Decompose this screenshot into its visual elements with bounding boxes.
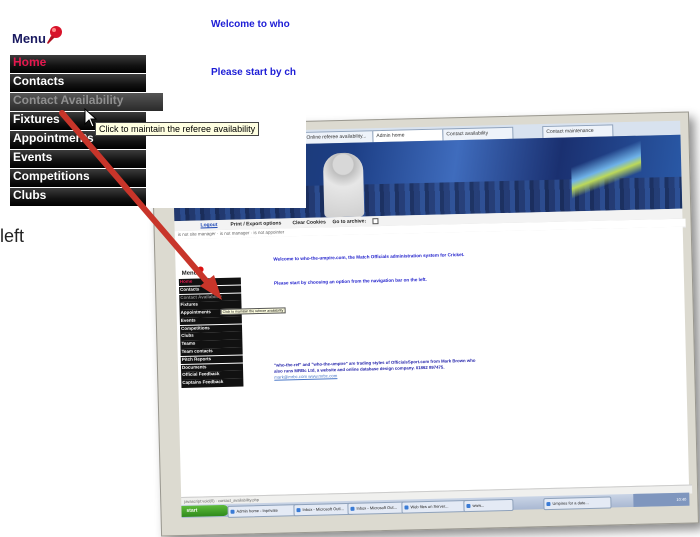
start-instruction: Please start by ch (211, 67, 297, 78)
print-export-link[interactable]: Print / Export options (230, 220, 281, 227)
system-tray-clock: 10:40 (633, 492, 690, 507)
taskbar-item[interactable]: Inbox - Microsoft Outl... (293, 502, 354, 516)
nav-item-competitions[interactable]: Competitions (10, 169, 146, 187)
welcome-text: Welcome to who (211, 19, 290, 30)
nav-item-contacts[interactable]: Contacts (10, 74, 146, 92)
welcome-text: Welcome to who-the-umpire.com, the Match… (273, 252, 465, 262)
menu-label: Menu (181, 270, 198, 277)
archive-checkbox[interactable] (372, 218, 379, 225)
caption-fragment: left (0, 226, 25, 246)
taskbar-item[interactable]: Inbox - Microsoft Out... (347, 500, 408, 515)
archive-toggle[interactable]: Go to archive: (332, 218, 366, 225)
pushpin-icon (47, 26, 62, 44)
clear-cookies-link[interactable]: Clear Cookies (292, 219, 325, 226)
start-button[interactable]: start (181, 504, 229, 518)
taskbar-item[interactable]: Umpires for a date... (543, 496, 612, 510)
taskbar-item[interactable]: Admin home - Inprivate (227, 503, 300, 518)
nav-menu: Home Contacts Contact Availability Fixtures… (178, 277, 244, 388)
main-page: Menu Home Contacts Contact Availability Fix… (174, 226, 690, 498)
taskbar-item[interactable]: Web files on Server... (401, 499, 470, 514)
menu-label: Menu (12, 31, 46, 46)
banner-streak (570, 135, 643, 212)
tooltip: Click to maintain the referee availabili… (220, 307, 286, 315)
start-instruction: Please start by choosing an option from … (273, 276, 427, 286)
nav-item-home[interactable]: Home (10, 55, 146, 73)
nav-item-events[interactable]: Events (10, 150, 146, 168)
nav-item-clubs[interactable]: Clubs (10, 188, 146, 206)
footer-text: "who-the-ref" and "who-the-umpire" are t… (274, 358, 484, 381)
zoomed-menu-inset: Menu Home Contacts Contact Availability Fix… (0, 0, 306, 208)
pushpin-icon (197, 266, 204, 273)
tooltip: Click to maintain the referee availabili… (95, 122, 260, 136)
nav-item-captains-feedback[interactable]: Captains Feedback (181, 378, 244, 388)
logout-link[interactable]: Logout (200, 222, 217, 228)
taskbar-item[interactable]: www... (463, 498, 514, 512)
banner-umpire-figure (322, 152, 365, 218)
